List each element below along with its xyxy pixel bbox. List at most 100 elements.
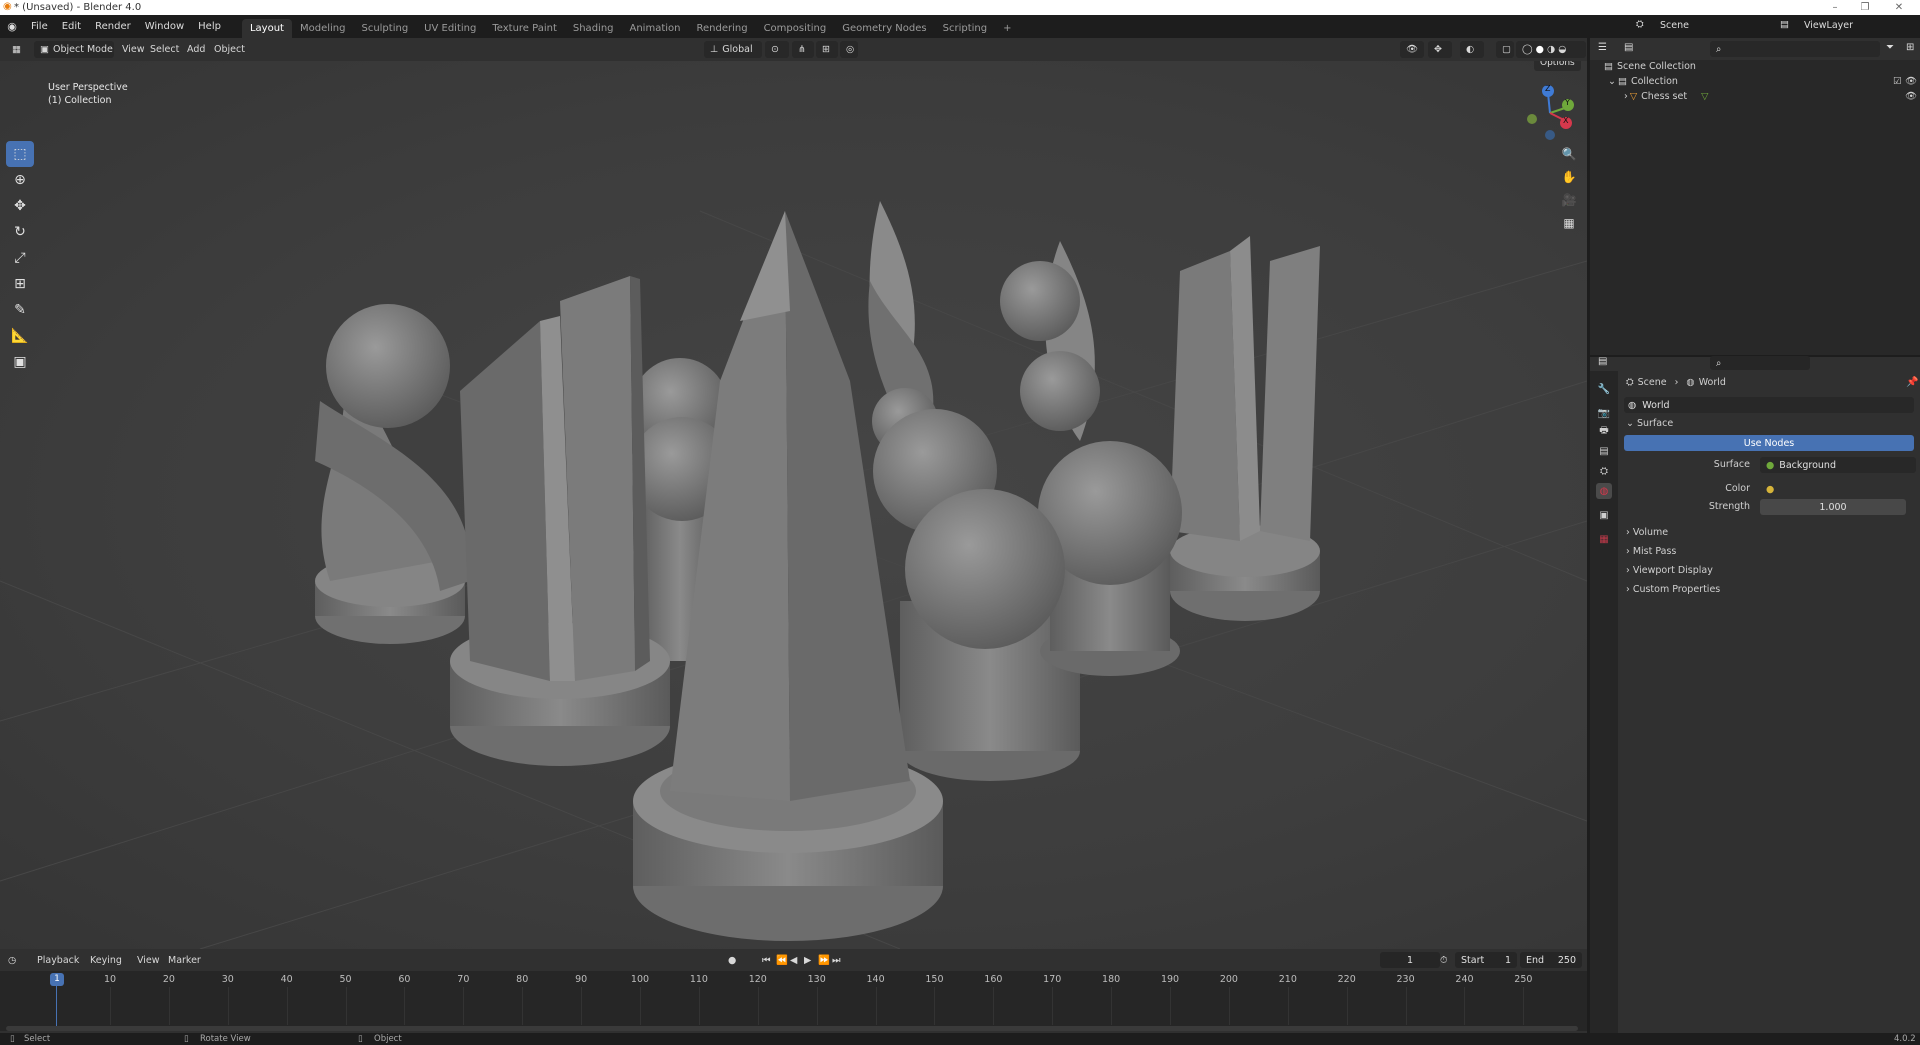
next-keyframe-icon[interactable]: ⏩ [818,949,830,972]
timeline-ruler[interactable]: 1102030405060708090100110120130140150160… [0,971,1587,1031]
output-tab-icon[interactable]: 🖶 [1596,423,1612,439]
render-tab-icon[interactable]: 📷 [1596,405,1612,421]
navigation-gizmo[interactable]: Z Y X [1520,81,1580,141]
proportional-edit-icon[interactable]: ◎ [840,41,858,58]
transform-icon[interactable]: ⊞ [6,271,34,297]
color-swatch[interactable]: ● [1760,481,1910,497]
pivot-point-icon[interactable]: ⊙ [765,41,789,58]
jump-start-icon[interactable]: ⏮ [762,949,771,972]
checkbox-icon[interactable]: ☑ [1893,76,1902,87]
properties-search-input[interactable]: ⌕ [1710,356,1810,370]
gizmo-toggle-icon[interactable]: ✥ [1428,41,1452,58]
annotate-icon[interactable]: ✎ [6,297,34,323]
select-box-icon[interactable]: ⬚ [6,141,34,167]
mode-selector[interactable]: ▣ Object Mode [34,41,114,58]
outliner-row-scene-collection[interactable]: ▤ Scene Collection [1604,61,1696,72]
tab-animation[interactable]: Animation [622,19,689,38]
custom-properties-panel-header[interactable]: › Custom Properties [1626,584,1720,595]
blender-menu-icon[interactable]: ◉ [0,20,24,33]
visibility-icon[interactable]: 👁 [1400,41,1424,58]
tab-compositing[interactable]: Compositing [756,19,835,38]
menu-playback[interactable]: Playback [37,949,79,972]
transform-orientation-selector[interactable]: ⊥ Global [704,41,762,58]
menu-render[interactable]: Render [88,15,138,38]
move-icon[interactable]: ✥ [6,193,34,219]
tab-texture-paint[interactable]: Texture Paint [484,19,565,38]
zoom-icon[interactable]: 🔍 [1558,143,1580,165]
tab-layout[interactable]: Layout [241,19,292,38]
tab-geometry-nodes[interactable]: Geometry Nodes [834,19,934,38]
outliner-row-collection[interactable]: ⌄ ▤ Collection ☑ 👁 [1608,76,1918,87]
menu-keying[interactable]: Keying [90,949,122,972]
ortho-grid-icon[interactable]: ▦ [1558,212,1580,234]
timeline-editor-type-icon[interactable]: ◷ [8,949,16,972]
filter-icon[interactable]: ⏷ [1886,42,1894,53]
pin-icon[interactable]: 📌 [1906,377,1918,388]
add-workspace-button[interactable]: + [995,19,1019,38]
chevron-right-icon[interactable]: › [1624,91,1628,102]
chevron-down-icon[interactable]: ⌄ [1608,76,1616,87]
outliner-search-input[interactable]: ⌕ [1710,41,1880,57]
playhead[interactable]: 1 [50,973,64,986]
snap-icon[interactable]: ⋔ [792,41,814,58]
menu-timeline-view[interactable]: View [137,949,160,972]
tab-rendering[interactable]: Rendering [688,19,755,38]
tab-scripting[interactable]: Scripting [935,19,995,38]
play-reverse-icon[interactable]: ◀ [790,949,797,972]
world-tab-icon[interactable]: ◍ [1596,483,1612,499]
view-layer-tab-icon[interactable]: ▤ [1596,443,1612,459]
tab-modeling[interactable]: Modeling [292,19,354,38]
3d-viewport[interactable]: ⬚ ⊕ ✥ ↻ ⤢ ⊞ ✎ 📐 ▣ User Perspective (1) C… [0,61,1587,949]
view-layer-selector[interactable]: ViewLayer [1804,20,1853,31]
eye-icon[interactable]: 👁 [1905,76,1917,87]
prev-keyframe-icon[interactable]: ⏪ [776,949,788,972]
menu-object[interactable]: Object [214,38,245,61]
outliner-row-chess-set[interactable]: › ▽ Chess set ▽ 👁 [1624,91,1918,102]
mist-pass-panel-header[interactable]: › Mist Pass [1626,546,1676,557]
wireframe-shading-icon[interactable]: ◯ [1522,44,1533,55]
current-frame-field[interactable]: 1 [1380,952,1440,968]
menu-help[interactable]: Help [191,15,228,38]
world-datablock-selector[interactable]: ◍ World [1624,397,1914,413]
tool-tab-icon[interactable]: 🔧 [1596,381,1612,397]
use-nodes-button[interactable]: Use Nodes [1624,435,1914,451]
minimize-icon[interactable]: – [1820,0,1850,15]
end-frame-field[interactable]: End 250 [1520,952,1582,968]
cursor-icon[interactable]: ⊕ [6,167,34,193]
menu-view[interactable]: View [122,38,145,61]
surface-shader-selector[interactable]: ● Background [1760,457,1916,473]
camera-view-icon[interactable]: 🎥 [1558,189,1580,211]
eye-icon[interactable]: 👁 [1905,91,1917,102]
editor-type-icon[interactable]: ▦ [6,41,30,58]
strength-field[interactable]: 1.000 [1760,499,1906,515]
menu-window[interactable]: Window [138,15,191,38]
xray-icon[interactable]: ▢ [1496,41,1514,58]
jump-end-icon[interactable]: ⏭ [832,949,841,972]
tab-sculpting[interactable]: Sculpting [353,19,416,38]
display-mode-icon[interactable]: ▤ [1624,42,1633,53]
outliner-editor-icon[interactable]: ☰ [1598,42,1607,53]
volume-panel-header[interactable]: › Volume [1626,527,1668,538]
tab-uv-editing[interactable]: UV Editing [416,19,484,38]
timeline-scrollbar[interactable] [6,1026,1578,1031]
start-frame-field[interactable]: Start 1 [1455,952,1517,968]
close-icon[interactable]: ✕ [1884,0,1914,15]
pan-hand-icon[interactable]: ✋ [1558,166,1580,188]
texture-tab-icon[interactable]: ▦ [1596,531,1612,547]
options-dropdown[interactable]: Options [1534,61,1581,71]
overlays-icon[interactable]: ◐ [1460,41,1484,58]
scene-tab-icon[interactable]: ⛭ [1596,463,1612,479]
menu-select[interactable]: Select [150,38,179,61]
viewport-display-panel-header[interactable]: › Viewport Display [1626,565,1713,576]
surface-panel-header[interactable]: ⌄ Surface [1626,418,1673,429]
rendered-shading-icon[interactable]: ◒ [1558,44,1566,55]
stopwatch-icon[interactable]: ⏱ [1440,949,1447,972]
scale-icon[interactable]: ⤢ [6,245,34,271]
tab-shading[interactable]: Shading [565,19,622,38]
scene-selector[interactable]: Scene [1660,20,1689,31]
collection-tab-icon[interactable]: ▣ [1596,507,1612,523]
menu-add[interactable]: Add [187,38,205,61]
material-shading-icon[interactable]: ◑ [1547,44,1555,55]
record-icon[interactable]: ● [728,949,736,972]
measure-icon[interactable]: 📐 [6,323,34,349]
